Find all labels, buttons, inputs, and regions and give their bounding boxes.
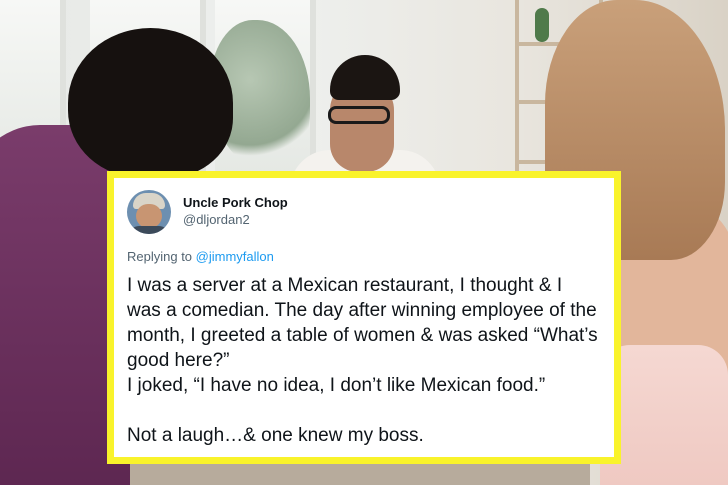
tweet-header: Uncle Pork Chop @dljordan2 xyxy=(127,188,600,236)
replying-to: Replying to @jimmyfallon xyxy=(127,249,600,265)
person-left-hair xyxy=(68,28,233,178)
avatar[interactable] xyxy=(127,190,171,234)
reply-prefix: Replying to xyxy=(127,249,196,264)
reply-mention-link[interactable]: @jimmyfallon xyxy=(196,249,274,264)
tweet-card: Uncle Pork Chop @dljordan2 Replying to @… xyxy=(107,171,621,464)
tweet-text: I was a server at a Mexican restaurant, … xyxy=(127,275,598,446)
display-name[interactable]: Uncle Pork Chop xyxy=(183,194,288,211)
server-glasses xyxy=(328,106,390,124)
cactus xyxy=(535,8,549,42)
author-names: Uncle Pork Chop @dljordan2 xyxy=(183,194,288,228)
handle[interactable]: @dljordan2 xyxy=(183,211,288,228)
